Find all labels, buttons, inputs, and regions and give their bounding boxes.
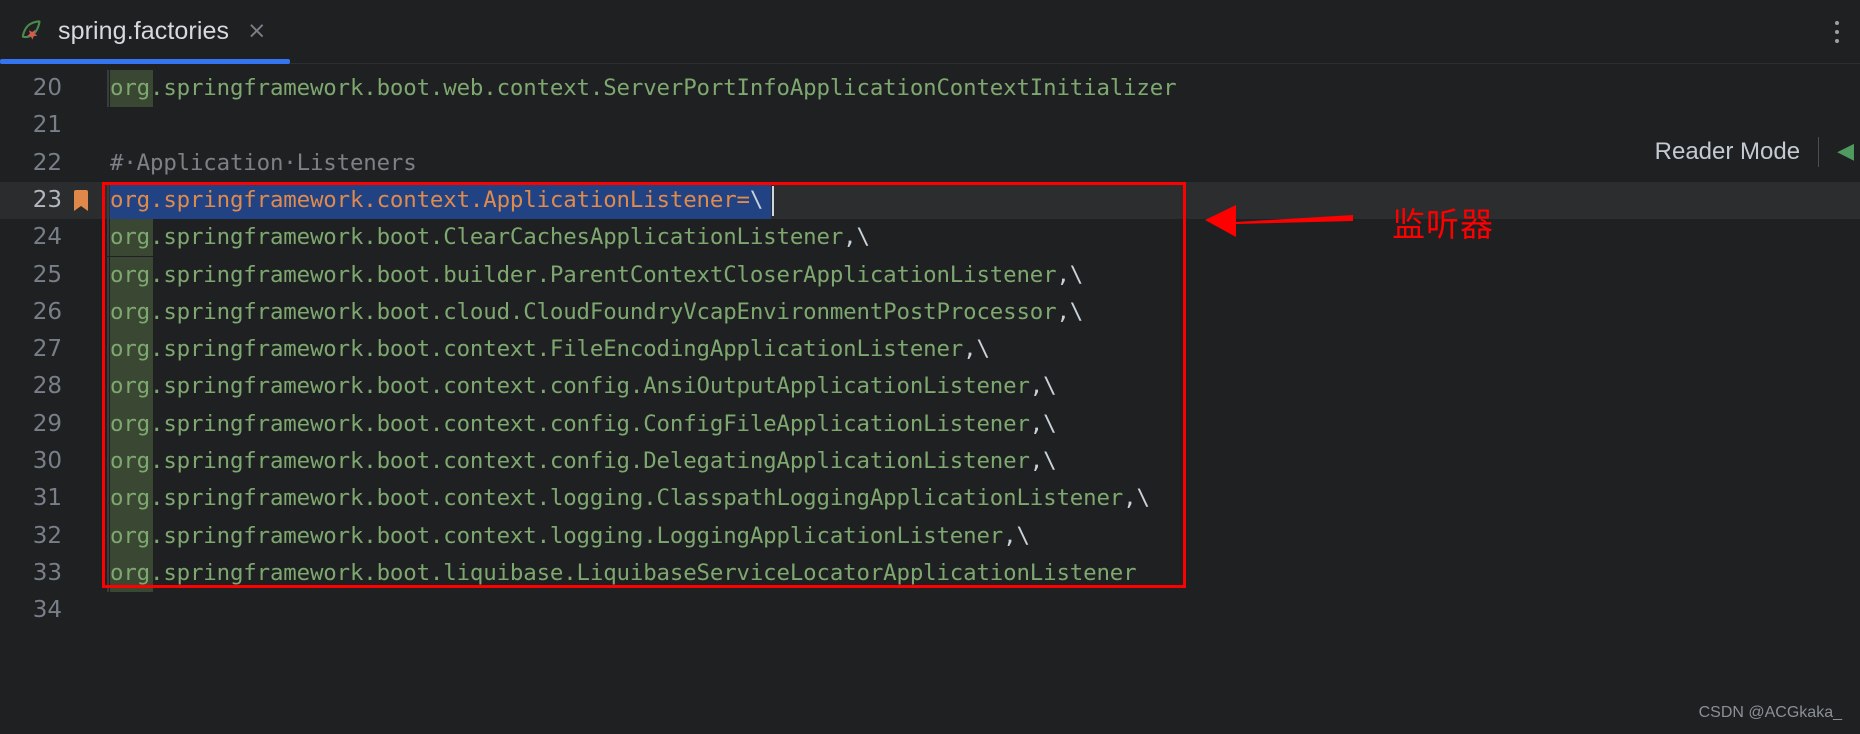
code-text[interactable]: org.springframework.boot.context.logging… — [110, 480, 1150, 517]
code-punctuation: ,\ — [1029, 373, 1057, 400]
line-number[interactable]: 24 — [0, 219, 62, 256]
editor-tab-bar: spring.factories × — [0, 0, 1860, 64]
line-number[interactable]: 30 — [0, 443, 62, 480]
code-line[interactable]: 22 #·Application·Listeners — [0, 145, 1860, 182]
code-punctuation: ,\ — [1056, 298, 1084, 325]
code-line[interactable]: 32 org.springframework.boot.context.loggi… — [0, 517, 1860, 555]
code-identifier: org.springframework.boot.context.logging… — [110, 522, 1004, 549]
code-text[interactable]: org.springframework.context.ApplicationL… — [110, 182, 763, 219]
code-punctuation: ,\ — [1029, 448, 1057, 474]
code-line[interactable]: 27 org.springframework.boot.context.FileE… — [0, 331, 1860, 369]
tab-spring-factories[interactable]: spring.factories × — [0, 0, 290, 64]
code-punctuation: \ — [749, 186, 764, 213]
annotation-label: 监听器 — [1392, 205, 1494, 244]
line-number[interactable]: 34 — [0, 592, 62, 629]
code-text[interactable]: #·Application·Listeners — [110, 145, 417, 182]
code-text[interactable]: org.springframework.boot.liquibase.Liqui… — [110, 555, 1137, 592]
line-number[interactable]: 21 — [0, 107, 62, 144]
code-identifier: org.springframework.boot.context.FileEnc… — [110, 336, 964, 363]
indent-guide — [107, 554, 109, 593]
divider — [1818, 137, 1820, 167]
code-editor[interactable]: 20 org.springframework.boot.web.context.S… — [0, 64, 1860, 734]
code-text[interactable]: org.springframework.boot.context.config.… — [110, 443, 1057, 480]
indent-guide — [107, 70, 109, 108]
code-identifier: org.springframework.boot.context.config.… — [110, 410, 1030, 437]
line-number[interactable]: 25 — [0, 257, 62, 294]
code-text[interactable]: org.springframework.boot.context.config.… — [110, 406, 1057, 443]
indent-guide — [107, 517, 109, 555]
code-text[interactable]: org.springframework.boot.ClearCachesAppl… — [110, 219, 870, 256]
ide-editor-window: spring.factories × 20 org.springframework… — [0, 0, 1860, 734]
indent-guide — [107, 368, 109, 406]
text-caret — [771, 185, 774, 216]
code-lines-container[interactable]: 20 org.springframework.boot.web.context.S… — [0, 64, 1860, 734]
tab-title: spring.factories — [58, 17, 230, 45]
code-punctuation: ,\ — [843, 224, 870, 251]
code-text[interactable]: org.springframework.boot.cloud.CloudFoun… — [110, 294, 1083, 331]
indent-guide — [107, 331, 109, 369]
code-punctuation: ,\ — [1056, 261, 1084, 288]
code-line[interactable]: 28 org.springframework.boot.context.confi… — [0, 368, 1860, 406]
code-punctuation: ,\ — [1123, 485, 1150, 512]
code-line[interactable]: 23 org.springframework.context.Applicatio… — [0, 181, 1860, 220]
indent-guide — [107, 480, 109, 518]
close-icon[interactable]: × — [247, 20, 266, 43]
code-line[interactable]: 26 org.springframework.boot.cloud.CloudFo… — [0, 293, 1860, 332]
code-punctuation: ,\ — [1003, 522, 1030, 549]
indent-guide — [107, 405, 109, 443]
line-number[interactable]: 32 — [0, 518, 62, 555]
code-line[interactable]: 29 org.springframework.boot.context.confi… — [0, 405, 1860, 443]
bookmark-icon[interactable] — [73, 189, 89, 212]
code-identifier: org.springframework.boot.context.logging… — [110, 485, 1124, 512]
code-line[interactable]: 24 org.springframework.boot.ClearCachesAp… — [0, 219, 1860, 257]
line-number[interactable]: 31 — [0, 480, 62, 517]
code-identifier: org.springframework.boot.context.config.… — [110, 373, 1030, 400]
watermark: CSDN @ACGkaka_ — [1698, 704, 1842, 721]
code-line[interactable]: 30 org.springframework.boot.context.confi… — [0, 443, 1860, 481]
indent-guide — [107, 256, 109, 294]
code-line[interactable]: 33 org.springframework.boot.liquibase.Liq… — [0, 554, 1860, 593]
code-line[interactable]: 34 — [0, 592, 1860, 629]
code-identifier: org.springframework.context.ApplicationL… — [110, 186, 750, 213]
indent-guide — [107, 181, 109, 220]
indent-guide — [107, 219, 109, 257]
line-number[interactable]: 28 — [0, 368, 62, 405]
code-identifier: org.springframework.boot.ClearCachesAppl… — [110, 224, 844, 251]
code-identifier: org.springframework.boot.builder.ParentC… — [110, 261, 1057, 288]
line-number[interactable]: 20 — [0, 70, 62, 107]
line-number[interactable]: 29 — [0, 406, 62, 443]
reader-mode-bar[interactable]: Reader Mode ◀ — [1655, 128, 1860, 176]
code-text[interactable]: org.springframework.boot.context.config.… — [110, 368, 1057, 405]
line-number[interactable]: 22 — [0, 145, 62, 182]
line-number[interactable]: 27 — [0, 331, 62, 368]
chevron-left-icon[interactable]: ◀ — [1837, 141, 1854, 163]
code-line[interactable]: 21 — [0, 107, 1860, 144]
line-number[interactable]: 26 — [0, 294, 62, 331]
indent-guide — [107, 443, 109, 481]
code-punctuation: ,\ — [1029, 410, 1057, 437]
code-identifier: org.springframework.boot.context.config.… — [110, 448, 1030, 474]
code-text[interactable]: org.springframework.boot.context.logging… — [110, 518, 1030, 555]
reader-mode-label[interactable]: Reader Mode — [1655, 138, 1800, 166]
line-number[interactable]: 23 — [0, 182, 62, 219]
line-number[interactable]: 33 — [0, 555, 62, 592]
code-line[interactable]: 20 org.springframework.boot.web.context.S… — [0, 70, 1860, 108]
kebab-menu-icon[interactable] — [1830, 12, 1844, 52]
annotation-arrow-icon — [1203, 195, 1353, 241]
code-identifier: org.springframework.boot.cloud.CloudFoun… — [110, 298, 1057, 325]
code-line[interactable]: 31 org.springframework.boot.context.loggi… — [0, 480, 1860, 518]
spring-leaf-icon — [16, 17, 46, 47]
code-text[interactable]: org.springframework.boot.context.FileEnc… — [110, 331, 990, 368]
indent-guide — [107, 293, 109, 332]
code-text[interactable]: org.springframework.boot.builder.ParentC… — [110, 257, 1083, 294]
code-text[interactable]: org.springframework.boot.web.context.Ser… — [110, 70, 1177, 107]
code-line[interactable]: 25 org.springframework.boot.builder.Paren… — [0, 256, 1860, 294]
code-punctuation: ,\ — [963, 336, 990, 363]
